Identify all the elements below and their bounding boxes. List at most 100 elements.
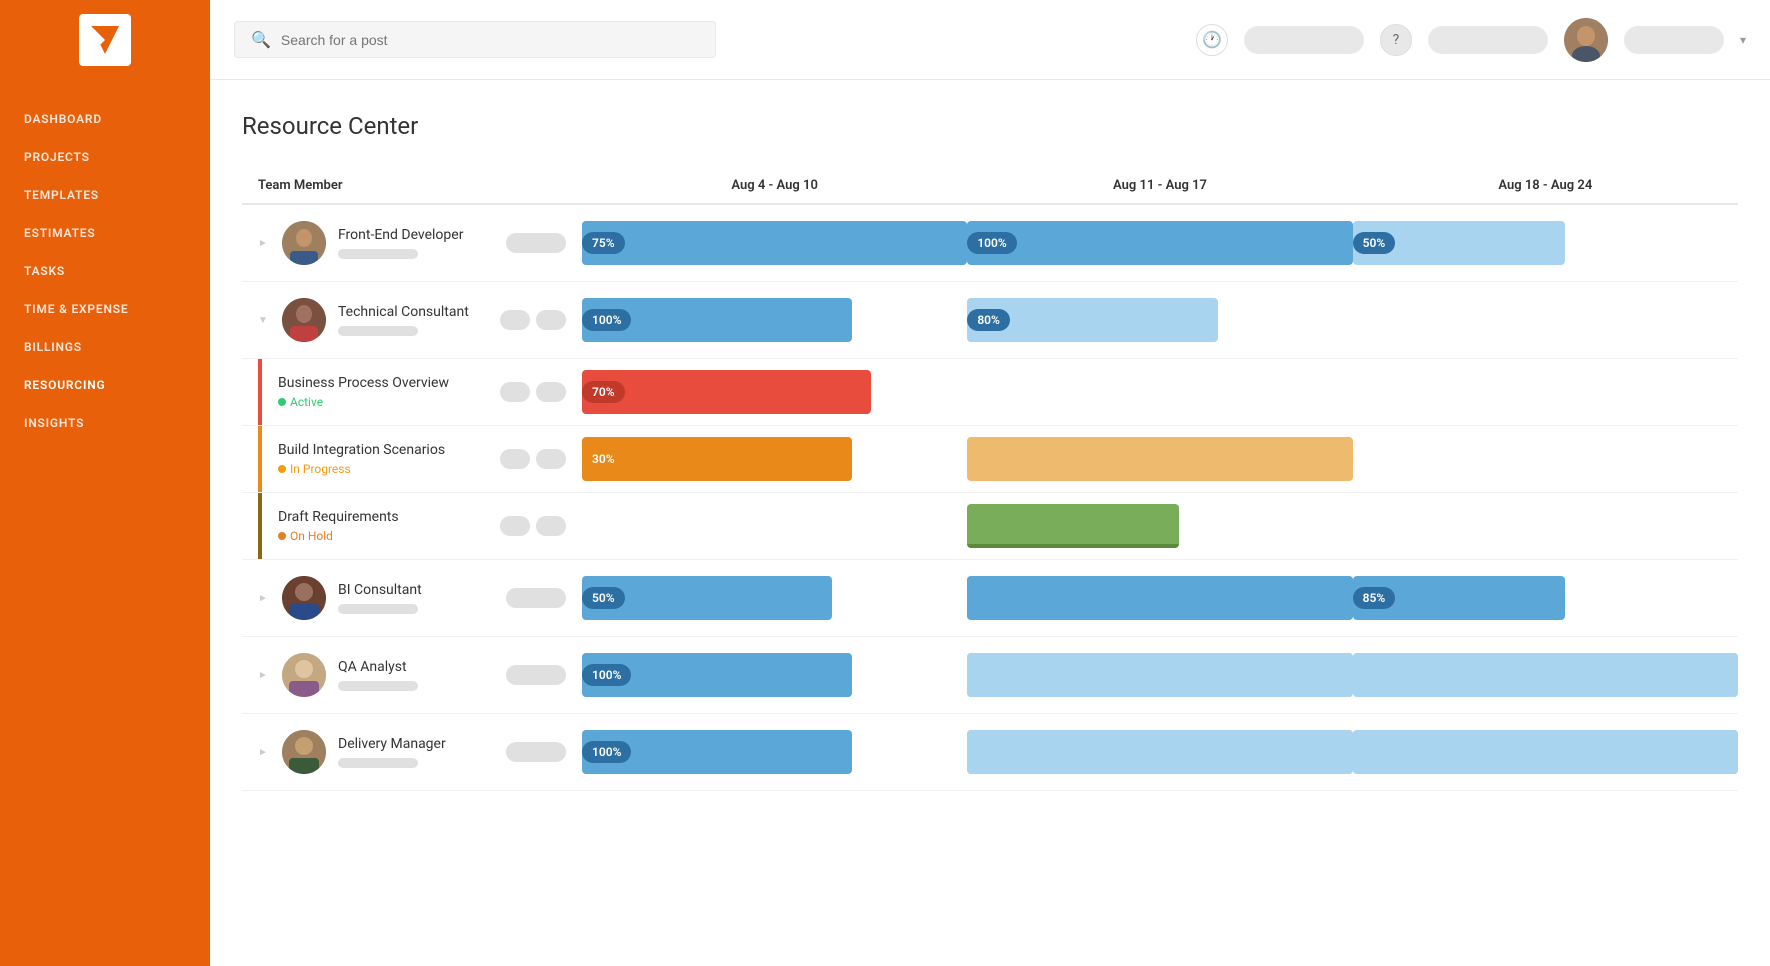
bar-container: 30% xyxy=(582,437,967,481)
member-info-row: ► Delivery Manager xyxy=(242,714,582,790)
member-info: Delivery Manager xyxy=(338,736,494,768)
project-status-bar xyxy=(258,426,262,492)
project-name: Draft Requirements xyxy=(278,509,488,525)
notification-status-pill xyxy=(1244,26,1364,54)
bar-label: 100% xyxy=(582,741,631,763)
user-status-pill xyxy=(1428,26,1548,54)
bar-container: 70% xyxy=(582,370,967,414)
bar-cell-col1: 100% xyxy=(582,282,967,359)
bar-cell-col1: 50% xyxy=(582,560,967,637)
action-pill[interactable] xyxy=(536,516,566,536)
bar-container: 50% xyxy=(1353,221,1738,265)
project-cell: Draft Requirements On Hold xyxy=(242,493,582,560)
sidebar-item-projects[interactable]: PROJECTS xyxy=(0,138,210,176)
sidebar-item-insights[interactable]: INSIGHTS xyxy=(0,404,210,442)
user-name-pill xyxy=(1624,26,1724,54)
bar-container xyxy=(967,437,1352,481)
bar-cell-col3 xyxy=(1353,493,1738,560)
table-row: Draft Requirements On Hold xyxy=(242,493,1738,560)
search-input[interactable] xyxy=(281,32,699,48)
avatar xyxy=(282,298,326,342)
avatar-svg xyxy=(282,298,326,342)
member-info: BI Consultant xyxy=(338,582,494,614)
sidebar-logo xyxy=(0,0,210,80)
avatar xyxy=(282,730,326,774)
bar-container xyxy=(967,504,1352,548)
action-pill[interactable] xyxy=(506,665,566,685)
expand-arrow[interactable]: ► xyxy=(258,747,270,758)
action-pill[interactable] xyxy=(506,588,566,608)
avatar xyxy=(282,653,326,697)
bar-container: 100% xyxy=(582,653,967,697)
bar-cell-col3: 50% xyxy=(1353,204,1738,282)
bar-cell-col2: 80% xyxy=(967,282,1352,359)
bar-container: 50% xyxy=(582,576,967,620)
logo-icon xyxy=(87,22,123,58)
table-row: ► Front-End Developer xyxy=(242,204,1738,282)
action-pill[interactable] xyxy=(536,382,566,402)
member-actions xyxy=(506,233,566,253)
sidebar-item-time-expense[interactable]: TIME & EXPENSE xyxy=(0,290,210,328)
project-status-bar xyxy=(258,359,262,425)
sidebar-item-resourcing[interactable]: RESOURCING xyxy=(0,366,210,404)
member-info: QA Analyst xyxy=(338,659,494,691)
bar-cell-col2 xyxy=(967,359,1352,426)
project-info: Build Integration Scenarios In Progress xyxy=(278,442,488,476)
table-row: ► QA Analyst xyxy=(242,637,1738,714)
user-avatar[interactable] xyxy=(1564,18,1608,62)
column-header-col2: Aug 11 - Aug 17 xyxy=(967,168,1352,204)
bar-container: 100% xyxy=(582,730,967,774)
action-pill[interactable] xyxy=(506,233,566,253)
expand-arrow[interactable]: ▼ xyxy=(258,315,270,326)
action-pill[interactable] xyxy=(536,310,566,330)
action-pill[interactable] xyxy=(536,449,566,469)
sidebar-navigation: DASHBOARD PROJECTS TEMPLATES ESTIMATES T… xyxy=(0,80,210,462)
project-status: In Progress xyxy=(278,462,488,476)
bar-cell-col3: 85% xyxy=(1353,560,1738,637)
sidebar-item-billings[interactable]: BILLINGS xyxy=(0,328,210,366)
bar-container: 100% xyxy=(967,221,1352,265)
help-icon[interactable]: ? xyxy=(1380,24,1412,56)
expand-arrow[interactable]: ► xyxy=(258,670,270,681)
sidebar-item-estimates[interactable]: ESTIMATES xyxy=(0,214,210,252)
project-cell: Business Process Overview Active xyxy=(242,359,582,426)
sidebar-item-templates[interactable]: TEMPLATES xyxy=(0,176,210,214)
bar-label: 30% xyxy=(582,448,625,470)
sidebar-item-dashboard[interactable]: DASHBOARD xyxy=(0,100,210,138)
bar-label: 50% xyxy=(582,587,625,609)
expand-arrow[interactable]: ► xyxy=(258,593,270,604)
action-pill[interactable] xyxy=(506,742,566,762)
table-row: ► BI Consultant xyxy=(242,560,1738,637)
main-content: 🔍 🕐 ? ▾ Resource Center xyxy=(210,0,1770,966)
project-info-row: Draft Requirements On Hold xyxy=(242,493,582,559)
member-actions xyxy=(500,310,566,330)
bar-label: 100% xyxy=(582,664,631,686)
action-pill[interactable] xyxy=(500,516,530,536)
expand-arrow[interactable]: ► xyxy=(258,238,270,249)
member-subtitle xyxy=(338,249,418,259)
table-row: Build Integration Scenarios In Progress xyxy=(242,426,1738,493)
bar-cell-col3 xyxy=(1353,359,1738,426)
bar-container: 75% xyxy=(582,221,967,265)
project-info: Draft Requirements On Hold xyxy=(278,509,488,543)
topbar: 🔍 🕐 ? ▾ xyxy=(210,0,1770,80)
project-name: Build Integration Scenarios xyxy=(278,442,488,458)
project-info-row: Build Integration Scenarios In Progress xyxy=(242,426,582,492)
action-pill[interactable] xyxy=(500,449,530,469)
bar-cell-col1: 75% xyxy=(582,204,967,282)
action-pill[interactable] xyxy=(500,382,530,402)
sidebar-item-tasks[interactable]: TASKS xyxy=(0,252,210,290)
column-header-col1: Aug 4 - Aug 10 xyxy=(582,168,967,204)
member-name: Front-End Developer xyxy=(338,227,494,243)
project-name: Business Process Overview xyxy=(278,375,488,391)
search-icon: 🔍 xyxy=(251,30,271,49)
bar-container xyxy=(967,730,1352,774)
action-pill[interactable] xyxy=(500,310,530,330)
project-info: Business Process Overview Active xyxy=(278,375,488,409)
project-info-row: Business Process Overview Active xyxy=(242,359,582,425)
bar-cell-col2 xyxy=(967,493,1352,560)
user-menu-chevron[interactable]: ▾ xyxy=(1740,33,1746,47)
search-box[interactable]: 🔍 xyxy=(234,21,716,58)
bar-cell-col3 xyxy=(1353,282,1738,359)
notification-icon[interactable]: 🕐 xyxy=(1196,24,1228,56)
